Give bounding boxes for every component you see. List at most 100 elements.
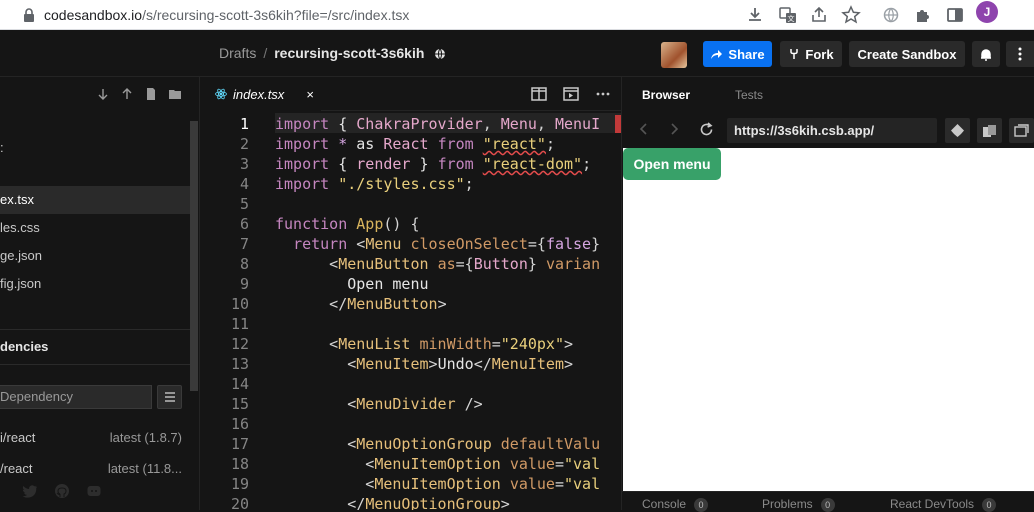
- code-line[interactable]: Open menu: [275, 275, 428, 293]
- new-window-button[interactable]: [1009, 118, 1034, 143]
- code-line[interactable]: <MenuList minWidth="240px">: [275, 335, 573, 353]
- file-item[interactable]: fig.json: [0, 270, 190, 298]
- code-line[interactable]: </MenuOptionGroup>: [275, 495, 510, 510]
- line-number: 8: [239, 255, 249, 273]
- code-line[interactable]: return <Menu closeOnSelect={false}: [275, 235, 600, 253]
- dependency-row[interactable]: i/react latest (1.8.7): [0, 430, 190, 450]
- console-label: Console: [642, 497, 687, 511]
- share-page-icon[interactable]: [808, 4, 830, 26]
- url-text[interactable]: codesandbox.io/s/recursing-scott-3s6kih?…: [44, 7, 409, 23]
- devices-button[interactable]: [977, 118, 1002, 143]
- refresh-icon[interactable]: [699, 122, 714, 137]
- profile-avatar[interactable]: J: [976, 1, 998, 23]
- file-item[interactable]: les.css: [0, 214, 190, 242]
- tab-index-tsx[interactable]: index.tsx ×: [201, 77, 321, 112]
- open-menu-button[interactable]: Open menu: [623, 148, 721, 180]
- file-name: fig.json: [0, 276, 42, 291]
- code-line[interactable]: import * as React from "react";: [275, 135, 555, 153]
- share-button[interactable]: Share: [703, 41, 772, 67]
- extension-puzzle-icon[interactable]: [912, 4, 934, 26]
- arrow-down-icon[interactable]: [96, 87, 110, 101]
- problems-label: Problems: [762, 497, 813, 511]
- line-number: 12: [230, 335, 249, 353]
- share-arrow-icon: [711, 49, 723, 59]
- code-line[interactable]: <MenuDivider />: [275, 395, 482, 413]
- dependencies-menu-button[interactable]: [157, 385, 182, 409]
- file-item[interactable]: ge.json: [0, 242, 190, 270]
- new-file-icon[interactable]: [144, 87, 158, 101]
- preview-url-input[interactable]: https://3s6kih.csb.app/: [727, 118, 937, 143]
- file-explorer-sidebar: : ex.tsx les.css ge.json fig.json dencie…: [0, 77, 200, 510]
- breadcrumb-drafts[interactable]: Drafts: [219, 45, 256, 61]
- forward-icon[interactable]: [668, 123, 680, 135]
- line-number: 20: [230, 495, 249, 510]
- dependencies-header[interactable]: dencies: [0, 339, 48, 354]
- globe-icon[interactable]: [434, 48, 446, 60]
- line-number: 13: [230, 355, 249, 373]
- file-name: les.css: [0, 220, 40, 235]
- divider: [0, 329, 190, 330]
- url-path: /s/recursing-scott-3s6kih?file=/src/inde…: [142, 7, 410, 23]
- svg-text:文: 文: [788, 14, 795, 23]
- sidebar-scrollbar[interactable]: [190, 121, 198, 391]
- fork-button[interactable]: Fork: [780, 41, 842, 67]
- globe-icon[interactable]: [880, 4, 902, 26]
- new-folder-icon[interactable]: [168, 87, 182, 101]
- menu-lines-icon: [164, 392, 175, 402]
- preview-iframe[interactable]: Open menu: [623, 148, 1034, 491]
- preview-toggle-icon[interactable]: [563, 87, 579, 101]
- code-line[interactable]: </MenuButton>: [275, 295, 446, 313]
- file-item[interactable]: ex.tsx: [0, 186, 190, 214]
- notifications-button[interactable]: [972, 41, 1000, 67]
- line-number: 5: [239, 195, 249, 213]
- devices-icon: [983, 124, 996, 137]
- line-number: 7: [239, 235, 249, 253]
- github-icon[interactable]: [54, 483, 70, 499]
- line-number: 4: [239, 175, 249, 193]
- code-line[interactable]: <MenuItemOption value="val: [275, 475, 600, 493]
- line-number: 1: [239, 115, 249, 133]
- fork-label: Fork: [805, 46, 834, 62]
- code-line[interactable]: import "./styles.css";: [275, 175, 474, 193]
- download-icon[interactable]: [744, 4, 766, 26]
- bell-icon: [981, 48, 991, 61]
- back-icon[interactable]: [638, 123, 650, 135]
- ellipsis-icon[interactable]: [595, 87, 611, 101]
- code-line[interactable]: <MenuItemOption value="val: [275, 455, 600, 473]
- code-line[interactable]: import { ChakraProvider, Menu, MenuI: [275, 115, 600, 133]
- more-options-button[interactable]: [1006, 41, 1034, 67]
- line-number: 14: [230, 375, 249, 393]
- line-number: 3: [239, 155, 249, 173]
- codesandbox-button[interactable]: [945, 118, 970, 143]
- line-number: 2: [239, 135, 249, 153]
- code-line[interactable]: <MenuButton as={Button} varian: [275, 255, 600, 273]
- sidepanel-icon[interactable]: [944, 4, 966, 26]
- dependency-row[interactable]: /react latest (11.8...: [0, 461, 190, 481]
- star-icon[interactable]: [840, 4, 862, 26]
- lock-icon[interactable]: [23, 8, 35, 22]
- sandbox-name[interactable]: recursing-scott-3s6kih: [274, 45, 424, 61]
- close-tab-button[interactable]: ×: [306, 87, 314, 102]
- translate-icon[interactable]: 文: [777, 4, 799, 26]
- console-bar: Console 0 Problems 0 React DevTools 0: [622, 491, 1034, 512]
- code-line[interactable]: function App() {: [275, 215, 420, 233]
- file-name: ex.tsx: [0, 192, 34, 207]
- tab-tests[interactable]: Tests: [735, 88, 763, 102]
- split-view-icon[interactable]: [531, 87, 547, 101]
- code-area[interactable]: 1 import { ChakraProvider, Menu, MenuI 2 im…: [201, 113, 621, 510]
- code-line[interactable]: <MenuOptionGroup defaultValu: [275, 435, 600, 453]
- create-sandbox-button[interactable]: Create Sandbox: [849, 41, 965, 67]
- react-atom-icon: [215, 88, 227, 100]
- code-line[interactable]: <MenuItem>Undo</MenuItem>: [275, 355, 573, 373]
- avatar[interactable]: [661, 42, 687, 68]
- breadcrumb: Drafts / recursing-scott-3s6kih: [219, 45, 446, 61]
- tab-browser[interactable]: Browser: [642, 88, 690, 102]
- line-number: 10: [230, 295, 249, 313]
- twitter-icon[interactable]: [22, 483, 38, 499]
- file-name: ge.json: [0, 248, 42, 263]
- arrow-up-icon[interactable]: [120, 87, 134, 101]
- code-line[interactable]: import { render } from "react-dom";: [275, 155, 591, 173]
- share-label: Share: [728, 46, 765, 62]
- discord-icon[interactable]: [86, 483, 102, 499]
- add-dependency-input[interactable]: Dependency: [0, 385, 152, 409]
